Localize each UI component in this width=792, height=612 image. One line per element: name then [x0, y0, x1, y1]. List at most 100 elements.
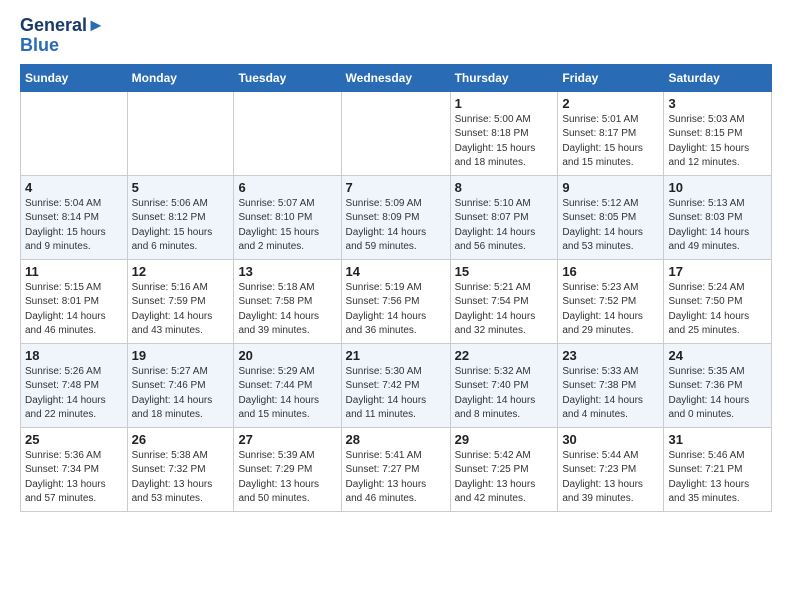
- day-number: 26: [132, 432, 230, 447]
- day-info: Sunrise: 5:32 AM Sunset: 7:40 PM Dayligh…: [455, 365, 554, 423]
- day-number: 5: [132, 180, 230, 195]
- logo-text-line1: General►: [20, 16, 105, 36]
- weekday-header-saturday: Saturday: [664, 64, 772, 91]
- calendar-cell: 25 Sunrise: 5:36 AM Sunset: 7:34 PM Dayli…: [21, 427, 128, 511]
- calendar-cell: 24 Sunrise: 5:35 AM Sunset: 7:36 PM Dayli…: [664, 343, 772, 427]
- day-info: Sunrise: 5:12 AM Sunset: 8:05 PM Dayligh…: [562, 197, 659, 255]
- day-number: 14: [346, 264, 446, 279]
- day-number: 13: [238, 264, 336, 279]
- weekday-header-sunday: Sunday: [21, 64, 128, 91]
- day-info: Sunrise: 5:23 AM Sunset: 7:52 PM Dayligh…: [562, 281, 659, 339]
- day-number: 29: [455, 432, 554, 447]
- day-number: 6: [238, 180, 336, 195]
- week-row-5: 25 Sunrise: 5:36 AM Sunset: 7:34 PM Dayli…: [21, 427, 772, 511]
- day-info: Sunrise: 5:35 AM Sunset: 7:36 PM Dayligh…: [668, 365, 767, 423]
- week-row-3: 11 Sunrise: 5:15 AM Sunset: 8:01 PM Dayli…: [21, 259, 772, 343]
- calendar-cell: 10 Sunrise: 5:13 AM Sunset: 8:03 PM Dayli…: [664, 175, 772, 259]
- calendar-cell: 17 Sunrise: 5:24 AM Sunset: 7:50 PM Dayli…: [664, 259, 772, 343]
- calendar-cell: 16 Sunrise: 5:23 AM Sunset: 7:52 PM Dayli…: [558, 259, 664, 343]
- day-number: 28: [346, 432, 446, 447]
- day-number: 3: [668, 96, 767, 111]
- calendar-cell: 15 Sunrise: 5:21 AM Sunset: 7:54 PM Dayli…: [450, 259, 558, 343]
- calendar-cell: 7 Sunrise: 5:09 AM Sunset: 8:09 PM Daylig…: [341, 175, 450, 259]
- calendar-cell: 6 Sunrise: 5:07 AM Sunset: 8:10 PM Daylig…: [234, 175, 341, 259]
- day-number: 19: [132, 348, 230, 363]
- day-info: Sunrise: 5:03 AM Sunset: 8:15 PM Dayligh…: [668, 113, 767, 171]
- day-number: 11: [25, 264, 123, 279]
- day-number: 21: [346, 348, 446, 363]
- day-number: 20: [238, 348, 336, 363]
- calendar-cell: 3 Sunrise: 5:03 AM Sunset: 8:15 PM Daylig…: [664, 91, 772, 175]
- day-info: Sunrise: 5:42 AM Sunset: 7:25 PM Dayligh…: [455, 449, 554, 507]
- calendar-cell: [127, 91, 234, 175]
- day-info: Sunrise: 5:13 AM Sunset: 8:03 PM Dayligh…: [668, 197, 767, 255]
- weekday-header-monday: Monday: [127, 64, 234, 91]
- week-row-2: 4 Sunrise: 5:04 AM Sunset: 8:14 PM Daylig…: [21, 175, 772, 259]
- week-row-1: 1Sunrise: 5:00 AM Sunset: 8:18 PM Daylig…: [21, 91, 772, 175]
- day-info: Sunrise: 5:46 AM Sunset: 7:21 PM Dayligh…: [668, 449, 767, 507]
- day-info: Sunrise: 5:04 AM Sunset: 8:14 PM Dayligh…: [25, 197, 123, 255]
- calendar-cell: 26Sunrise: 5:38 AM Sunset: 7:32 PM Dayli…: [127, 427, 234, 511]
- day-info: Sunrise: 5:39 AM Sunset: 7:29 PM Dayligh…: [238, 449, 336, 507]
- calendar-cell: 30 Sunrise: 5:44 AM Sunset: 7:23 PM Dayli…: [558, 427, 664, 511]
- day-info: Sunrise: 5:36 AM Sunset: 7:34 PM Dayligh…: [25, 449, 123, 507]
- calendar-cell: 20Sunrise: 5:29 AM Sunset: 7:44 PM Dayli…: [234, 343, 341, 427]
- calendar-cell: 13 Sunrise: 5:18 AM Sunset: 7:58 PM Dayli…: [234, 259, 341, 343]
- day-info: Sunrise: 5:09 AM Sunset: 8:09 PM Dayligh…: [346, 197, 446, 255]
- day-number: 23: [562, 348, 659, 363]
- day-info: Sunrise: 5:06 AM Sunset: 8:12 PM Dayligh…: [132, 197, 230, 255]
- day-info: Sunrise: 5:16 AM Sunset: 7:59 PM Dayligh…: [132, 281, 230, 339]
- day-number: 27: [238, 432, 336, 447]
- day-number: 7: [346, 180, 446, 195]
- weekday-header-tuesday: Tuesday: [234, 64, 341, 91]
- day-number: 10: [668, 180, 767, 195]
- calendar-cell: 14 Sunrise: 5:19 AM Sunset: 7:56 PM Dayli…: [341, 259, 450, 343]
- day-info: Sunrise: 5:24 AM Sunset: 7:50 PM Dayligh…: [668, 281, 767, 339]
- day-info: Sunrise: 5:41 AM Sunset: 7:27 PM Dayligh…: [346, 449, 446, 507]
- day-info: Sunrise: 5:19 AM Sunset: 7:56 PM Dayligh…: [346, 281, 446, 339]
- calendar-cell: 23 Sunrise: 5:33 AM Sunset: 7:38 PM Dayli…: [558, 343, 664, 427]
- calendar-cell: 31 Sunrise: 5:46 AM Sunset: 7:21 PM Dayli…: [664, 427, 772, 511]
- calendar-cell: 12 Sunrise: 5:16 AM Sunset: 7:59 PM Dayli…: [127, 259, 234, 343]
- calendar-cell: 2Sunrise: 5:01 AM Sunset: 8:17 PM Daylig…: [558, 91, 664, 175]
- day-info: Sunrise: 5:44 AM Sunset: 7:23 PM Dayligh…: [562, 449, 659, 507]
- day-number: 30: [562, 432, 659, 447]
- logo: General► Blue: [20, 16, 105, 56]
- week-row-4: 18 Sunrise: 5:26 AM Sunset: 7:48 PM Dayli…: [21, 343, 772, 427]
- calendar-cell: 4 Sunrise: 5:04 AM Sunset: 8:14 PM Daylig…: [21, 175, 128, 259]
- day-info: Sunrise: 5:27 AM Sunset: 7:46 PM Dayligh…: [132, 365, 230, 423]
- day-number: 16: [562, 264, 659, 279]
- calendar-cell: 22 Sunrise: 5:32 AM Sunset: 7:40 PM Dayli…: [450, 343, 558, 427]
- day-info: Sunrise: 5:18 AM Sunset: 7:58 PM Dayligh…: [238, 281, 336, 339]
- day-number: 2: [562, 96, 659, 111]
- day-info: Sunrise: 5:15 AM Sunset: 8:01 PM Dayligh…: [25, 281, 123, 339]
- calendar-cell: 19 Sunrise: 5:27 AM Sunset: 7:46 PM Dayli…: [127, 343, 234, 427]
- day-number: 18: [25, 348, 123, 363]
- calendar-cell: 28 Sunrise: 5:41 AM Sunset: 7:27 PM Dayli…: [341, 427, 450, 511]
- calendar-cell: 11 Sunrise: 5:15 AM Sunset: 8:01 PM Dayli…: [21, 259, 128, 343]
- weekday-header-row: SundayMondayTuesdayWednesdayThursdayFrid…: [21, 64, 772, 91]
- day-number: 31: [668, 432, 767, 447]
- calendar-cell: 9 Sunrise: 5:12 AM Sunset: 8:05 PM Daylig…: [558, 175, 664, 259]
- header: General► Blue: [20, 16, 772, 56]
- day-number: 15: [455, 264, 554, 279]
- calendar-cell: 27 Sunrise: 5:39 AM Sunset: 7:29 PM Dayli…: [234, 427, 341, 511]
- logo-text-line2: Blue: [20, 36, 105, 56]
- day-info: Sunrise: 5:33 AM Sunset: 7:38 PM Dayligh…: [562, 365, 659, 423]
- weekday-header-wednesday: Wednesday: [341, 64, 450, 91]
- calendar-cell: 18 Sunrise: 5:26 AM Sunset: 7:48 PM Dayli…: [21, 343, 128, 427]
- day-number: 22: [455, 348, 554, 363]
- day-info: Sunrise: 5:26 AM Sunset: 7:48 PM Dayligh…: [25, 365, 123, 423]
- weekday-header-friday: Friday: [558, 64, 664, 91]
- day-number: 4: [25, 180, 123, 195]
- day-info: Sunrise: 5:21 AM Sunset: 7:54 PM Dayligh…: [455, 281, 554, 339]
- day-number: 12: [132, 264, 230, 279]
- day-info: Sunrise: 5:30 AM Sunset: 7:42 PM Dayligh…: [346, 365, 446, 423]
- day-number: 17: [668, 264, 767, 279]
- calendar-cell: 8Sunrise: 5:10 AM Sunset: 8:07 PM Daylig…: [450, 175, 558, 259]
- day-number: 25: [25, 432, 123, 447]
- day-number: 24: [668, 348, 767, 363]
- day-number: 9: [562, 180, 659, 195]
- day-info: Sunrise: 5:07 AM Sunset: 8:10 PM Dayligh…: [238, 197, 336, 255]
- day-number: 1: [455, 96, 554, 111]
